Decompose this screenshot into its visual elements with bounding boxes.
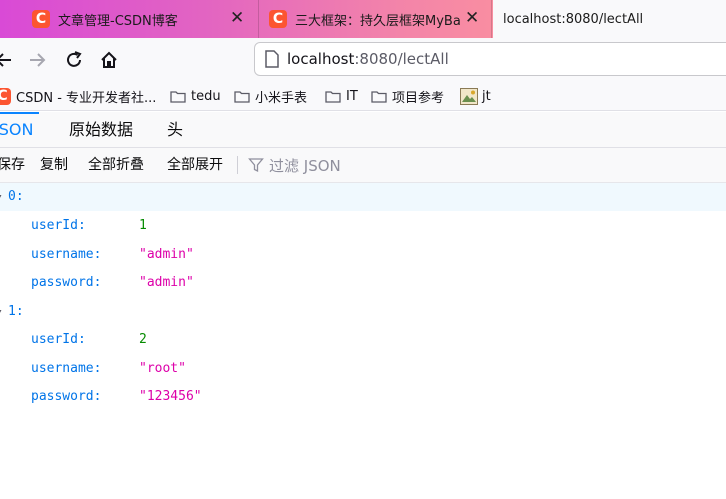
json-key: userId:: [31, 218, 86, 233]
url-path: :8080/lectAll: [354, 50, 449, 68]
tab-raw-data[interactable]: 原始数据: [69, 112, 133, 147]
folder-icon: [170, 90, 186, 103]
forward-arrow-icon: [30, 53, 46, 67]
collapse-all-button[interactable]: 全部折叠: [88, 148, 144, 182]
forward-button[interactable]: [24, 46, 52, 74]
reload-icon: [67, 51, 82, 67]
json-array-item[interactable]: ▾ 0:: [0, 183, 726, 211]
save-button[interactable]: 保存: [0, 148, 25, 182]
array-index: 1:: [8, 304, 24, 319]
folder-icon: [371, 90, 387, 103]
bookmark-csdn[interactable]: C CSDN - 专业开发者社...: [0, 87, 157, 106]
filter-icon: [248, 158, 264, 173]
tab-strip: C 文章管理-CSDN博客 ✕ C 三大框架：持久层框架MyBa ✕ local…: [0, 0, 726, 38]
bookmark-label: IT: [346, 88, 358, 104]
tab-title: localhost:8080/lectAll: [503, 11, 644, 27]
home-button[interactable]: [95, 46, 123, 74]
filter-json-input[interactable]: 过滤 JSON: [248, 148, 341, 182]
bookmark-tedu[interactable]: tedu: [170, 87, 221, 105]
array-index: 0:: [8, 189, 24, 204]
csdn-icon: C: [269, 10, 287, 28]
json-key: password:: [31, 275, 102, 290]
csdn-icon: C: [32, 10, 50, 28]
home-icon: [101, 51, 117, 68]
json-value: "root": [139, 361, 186, 376]
json-value: 2: [139, 332, 147, 347]
json-value: "admin": [139, 275, 194, 290]
bookmark-label: 项目参考: [392, 90, 445, 106]
json-field-row[interactable]: password: "123456": [0, 383, 726, 411]
bookmark-xiaomi-watch[interactable]: 小米手表: [234, 87, 308, 106]
json-field-row[interactable]: userId: 2: [0, 326, 726, 354]
address-bar[interactable]: localhost:8080/lectAll: [254, 42, 726, 76]
bookmark-it[interactable]: IT: [325, 87, 358, 105]
reload-button[interactable]: [60, 46, 88, 74]
folder-icon: [234, 90, 250, 103]
filter-placeholder: 过滤 JSON: [269, 156, 341, 175]
back-arrow-icon: [0, 53, 11, 67]
url-host: localhost: [287, 50, 355, 68]
bookmark-label: jt: [482, 88, 491, 104]
viewer-tabs: JSON 原始数据 头: [0, 112, 726, 148]
json-field-row[interactable]: userId: 1: [0, 212, 726, 240]
folder-icon: [325, 90, 341, 103]
tab-localhost[interactable]: localhost:8080/lectAll: [493, 0, 726, 38]
json-key: userId:: [31, 332, 86, 347]
bookmark-label: 小米手表: [255, 90, 308, 106]
copy-button[interactable]: 复制: [40, 148, 68, 182]
navigation-bar: localhost:8080/lectAll: [0, 38, 726, 82]
page-icon: [265, 50, 279, 68]
tab-title: 文章管理-CSDN博客: [58, 13, 178, 29]
close-tab-icon[interactable]: ✕: [465, 8, 479, 28]
json-value: "admin": [139, 247, 194, 262]
tab-headers[interactable]: 头: [167, 112, 183, 147]
toolbar-divider: [237, 156, 238, 174]
json-field-row[interactable]: username: "root": [0, 355, 726, 383]
bookmark-jt[interactable]: jt: [460, 87, 491, 105]
tab-csdn-articles[interactable]: C 文章管理-CSDN博客 ✕: [22, 0, 256, 38]
close-tab-icon[interactable]: ✕: [230, 8, 244, 28]
json-field-row[interactable]: username: "admin": [0, 241, 726, 269]
json-key: username:: [31, 361, 102, 376]
csdn-icon: C: [0, 87, 11, 105]
json-value: "123456": [139, 389, 202, 404]
json-key: password:: [31, 389, 102, 404]
expand-triangle-icon[interactable]: ▾: [0, 298, 3, 326]
bookmarks-bar: C CSDN - 专业开发者社... tedu 小米手表 IT 项目参考 jt: [0, 82, 726, 111]
tab-json[interactable]: JSON: [0, 112, 40, 149]
viewer-toolbar: 保存 复制 全部折叠 全部展开 过滤 JSON: [0, 148, 726, 183]
json-field-row[interactable]: password: "admin": [0, 269, 726, 297]
tab-title: 三大框架：持久层框架MyBa: [295, 13, 461, 29]
bookmark-label: CSDN - 专业开发者社...: [16, 90, 157, 106]
image-icon: [460, 87, 478, 105]
bookmark-project-reference[interactable]: 项目参考: [371, 87, 445, 106]
back-button[interactable]: [0, 46, 18, 74]
expand-triangle-icon[interactable]: ▾: [0, 183, 3, 211]
tab-mybatis[interactable]: C 三大框架：持久层框架MyBa ✕: [258, 0, 492, 38]
json-value: 1: [139, 218, 147, 233]
url-text: localhost:8080/lectAll: [287, 50, 449, 68]
json-key: username:: [31, 247, 102, 262]
bookmark-label: tedu: [191, 88, 221, 104]
expand-all-button[interactable]: 全部展开: [167, 148, 223, 182]
json-array-item[interactable]: ▾ 1:: [0, 298, 726, 326]
